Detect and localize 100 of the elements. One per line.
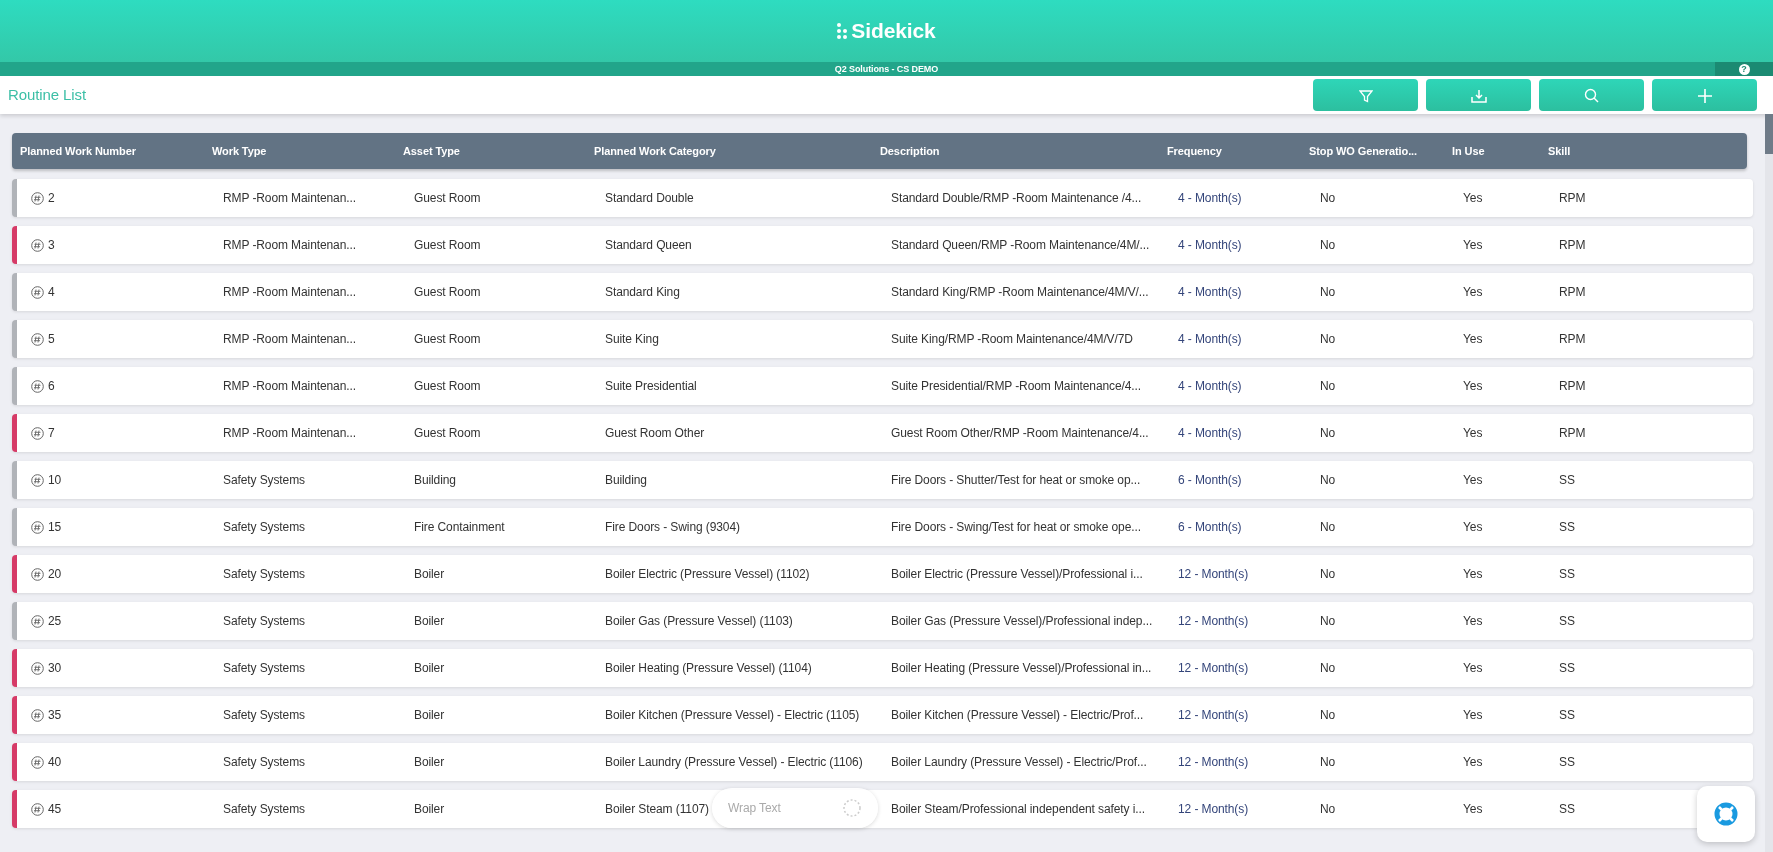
table-cell: Yes (1463, 567, 1483, 581)
table-cell: Guest Room Other (605, 426, 705, 440)
table-cell: Yes (1463, 661, 1483, 675)
table-cell: No (1320, 614, 1336, 628)
table-cell: RMP -Room Maintenan... (223, 332, 356, 346)
table-cell: Safety Systems (223, 661, 305, 675)
table-cell: Boiler Kitchen (Pressure Vessel) - Electric/Prof... (891, 708, 1144, 722)
table-cell: No (1320, 520, 1336, 534)
table-cell: Fire Doors - Swing (9304) (605, 520, 740, 534)
table-cell: Boiler (414, 802, 445, 816)
table-cell-text: 7 (48, 425, 55, 442)
table-cell: Standard Queen/RMP -Room Maintenance/4M/... (891, 238, 1150, 252)
table-cell: Yes (1463, 332, 1483, 346)
table-cell: 12 - Month(s) (1178, 614, 1249, 628)
table-cell: No (1320, 567, 1336, 581)
table-cell: Safety Systems (223, 755, 305, 769)
table-cell: No (1320, 708, 1336, 722)
table-cell-text: 30 (48, 660, 62, 677)
table-cell: Guest Room (414, 379, 481, 393)
table-cell: RPM (1559, 191, 1586, 205)
table-cell-text: 6 (48, 378, 55, 395)
table-cell: Standard King (605, 285, 680, 299)
table-cell: 6 - Month(s) (1178, 473, 1242, 487)
table-cell: Guest Room Other/RMP -Room Maintenance/4... (891, 426, 1149, 440)
table-cell: SS (1559, 473, 1575, 487)
table-cell: No (1320, 802, 1336, 816)
table-cell: No (1320, 661, 1336, 675)
table-cell: Guest Room (414, 426, 481, 440)
table-cell: Yes (1463, 614, 1483, 628)
table-cell: Building (414, 473, 456, 487)
table-cell-text: 35 (48, 707, 62, 724)
table-cell: SS (1559, 661, 1575, 675)
table-cell: 12 - Month(s) (1178, 755, 1249, 769)
logo-text: Sidekick (851, 18, 936, 45)
table-cell: No (1320, 238, 1336, 252)
table-cell: 12 - Month(s) (1178, 708, 1249, 722)
table-cell: Suite King/RMP -Room Maintenance/4M/V/7D (891, 332, 1133, 346)
table-cell: Boiler Kitchen (Pressure Vessel) - Electric (1105) (605, 708, 860, 722)
table-cell: Safety Systems (223, 614, 305, 628)
table-cell: Boiler (414, 614, 445, 628)
table-cell: 4 - Month(s) (1178, 285, 1242, 299)
table-cell: RPM (1559, 426, 1586, 440)
table-cell: No (1320, 379, 1336, 393)
table-cell: Boiler (414, 755, 445, 769)
table-cell: Yes (1463, 379, 1483, 393)
table-cell: RMP -Room Maintenan... (223, 285, 356, 299)
table-cell-text: 4 (48, 284, 55, 301)
table-cell: Yes (1463, 708, 1483, 722)
table-cell: Standard Double (605, 191, 694, 205)
table-cell: Boiler (414, 567, 445, 581)
table-cell: SS (1559, 614, 1575, 628)
table-cell: Yes (1463, 238, 1483, 252)
table-cell: Safety Systems (223, 567, 305, 581)
table-cell: No (1320, 473, 1336, 487)
table-cell-text: 3 (48, 237, 55, 254)
table-cell: Standard King/RMP -Room Maintenance/4M/V/... (891, 285, 1149, 299)
table-cell: Boiler Electric (Pressure Vessel)/Professional i... (891, 567, 1143, 581)
table-cell: Boiler Heating (Pressure Vessel) (1104) (605, 661, 812, 675)
table-cell: Boiler (414, 661, 445, 675)
table-cell: SS (1559, 567, 1575, 581)
table-cell: RPM (1559, 285, 1586, 299)
table-cell: Safety Systems (223, 708, 305, 722)
table-cell: Fire Doors - Shutter/Test for heat or smoke op... (891, 473, 1141, 487)
table-cell: SS (1559, 520, 1575, 534)
table-cell-text: 5 (48, 331, 55, 348)
table-cell: 4 - Month(s) (1178, 238, 1242, 252)
page-title: Routine List (8, 84, 86, 105)
table-cell: 4 - Month(s) (1178, 332, 1242, 346)
table-cell: Guest Room (414, 238, 481, 252)
table-cell: Guest Room (414, 191, 481, 205)
table-cell: No (1320, 332, 1336, 346)
table-cell: RMP -Room Maintenan... (223, 426, 356, 440)
table-cell: Suite Presidential (605, 379, 697, 393)
table-cell: Guest Room (414, 285, 481, 299)
table-cell: No (1320, 426, 1336, 440)
table-cell: Boiler Laundry (Pressure Vessel) - Electric (1106) (605, 755, 863, 769)
table-cell: Building (605, 473, 647, 487)
table-cell: RMP -Room Maintenan... (223, 379, 356, 393)
table-cell-text: 20 (48, 566, 62, 583)
table-cell: Suite Presidential/RMP -Room Maintenance/4... (891, 379, 1142, 393)
table-cell: Safety Systems (223, 473, 305, 487)
table-cell: Yes (1463, 285, 1483, 299)
table-cell: No (1320, 191, 1336, 205)
table-cell: Fire Doors - Swing/Test for heat or smoke ope... (891, 520, 1141, 534)
table-cell: Boiler (414, 708, 445, 722)
table-cell: 12 - Month(s) (1178, 802, 1249, 816)
table-cell: No (1320, 755, 1336, 769)
table-cell: Yes (1463, 426, 1483, 440)
table-cell: Standard Double/RMP -Room Maintenance /4... (891, 191, 1142, 205)
table-cell-text: 40 (48, 754, 62, 771)
table-cell-text: 15 (48, 519, 62, 536)
table-cell: 4 - Month(s) (1178, 191, 1242, 205)
table-cell-text: 25 (48, 613, 62, 630)
table-cell-text: 10 (48, 472, 62, 489)
table-cell: Yes (1463, 191, 1483, 205)
table-cell: RPM (1559, 238, 1586, 252)
table-cell: Suite King (605, 332, 659, 346)
table-cell-text: 45 (48, 801, 62, 818)
table-cell: Yes (1463, 755, 1483, 769)
table-cell: 6 - Month(s) (1178, 520, 1242, 534)
